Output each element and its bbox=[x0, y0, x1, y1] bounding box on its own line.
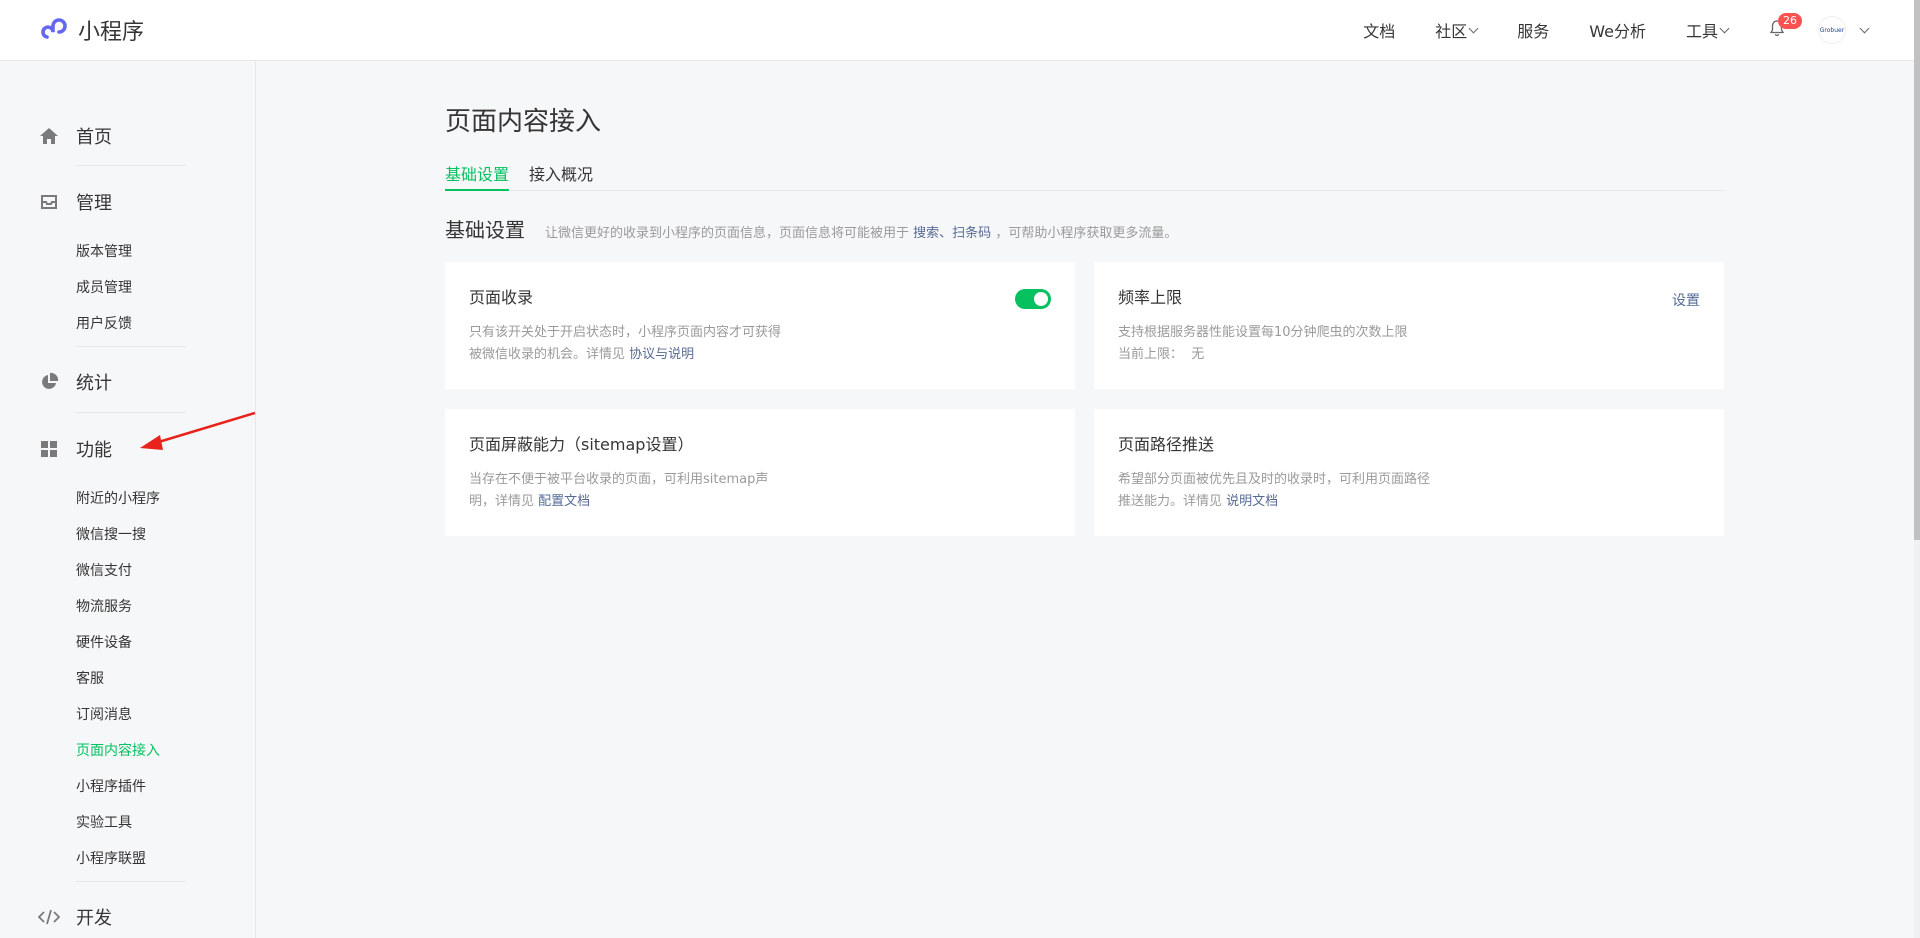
app-title: 小程序 bbox=[78, 20, 145, 45]
sidebar-item-user-feedback[interactable]: 用户反馈 bbox=[76, 313, 132, 333]
sidebar-item-plugins[interactable]: 小程序插件 bbox=[76, 776, 146, 796]
sidebar-item-label: 管理 bbox=[76, 193, 112, 214]
annotation-arrow-icon bbox=[140, 411, 256, 450]
sidebar-item-wechat-pay[interactable]: 微信支付 bbox=[76, 560, 132, 580]
sidebar-item-manage[interactable]: 管理 bbox=[38, 189, 112, 215]
page-title: 页面内容接入 bbox=[445, 107, 602, 137]
mini-program-logo-icon bbox=[38, 14, 70, 46]
sidebar-item-subscribe-messages[interactable]: 订阅消息 bbox=[76, 704, 132, 724]
sidebar-item-customer-service[interactable]: 客服 bbox=[76, 668, 104, 688]
current-limit-text: 当前上限： 无 bbox=[1118, 347, 1205, 362]
sidebar-item-alliance[interactable]: 小程序联盟 bbox=[76, 848, 146, 868]
top-bar: 小程序 文档 社区 服务 We分析 工具 26 Grobuer bbox=[0, 0, 1914, 61]
chevron-down-icon bbox=[1719, 23, 1730, 33]
avatar[interactable]: Grobuer bbox=[1818, 16, 1846, 44]
card-description: 希望部分页面被优先且及时的收录时，可利用页面路径 推送能力。详情见 说明文档 bbox=[1118, 469, 1430, 513]
sidebar-item-nearby-mini-programs[interactable]: 附近的小程序 bbox=[76, 488, 160, 508]
sidebar-divider bbox=[76, 346, 186, 347]
nav-community-label: 社区 bbox=[1435, 22, 1468, 41]
sidebar-item-version-management[interactable]: 版本管理 bbox=[76, 241, 132, 261]
sidebar-item-experiment-tools[interactable]: 实验工具 bbox=[76, 812, 132, 832]
agreement-link[interactable]: 协议与说明 bbox=[629, 347, 694, 362]
pie-chart-icon bbox=[38, 371, 60, 393]
card-desc-line: 被微信收录的机会。详情见 协议与说明 bbox=[469, 344, 781, 366]
card-description: 支持根据服务器性能设置每10分钟爬虫的次数上限 当前上限： 无 bbox=[1118, 322, 1408, 366]
sidebar-divider bbox=[76, 881, 186, 882]
chevron-down-icon bbox=[1468, 23, 1479, 33]
sidebar-item-page-content-access[interactable]: 页面内容接入 bbox=[76, 740, 160, 760]
card-desc-text: 被微信收录的机会。详情见 bbox=[469, 347, 626, 362]
search-scan-link[interactable]: 搜索、扫条码 bbox=[913, 226, 991, 241]
card-desc-line: 只有该开关处于开启状态时，小程序页面内容才可获得 bbox=[469, 325, 782, 340]
card-description: 当存在不便于被平台收录的页面，可利用sitemap声 明，详情见 配置文档 bbox=[469, 469, 768, 513]
sidebar-item-features[interactable]: 功能 bbox=[38, 436, 112, 462]
page-indexing-toggle[interactable] bbox=[1015, 289, 1051, 309]
card-title: 频率上限 bbox=[1118, 288, 1183, 307]
section-title: 基础设置 bbox=[445, 218, 525, 242]
sidebar-item-dev[interactable]: 开发 bbox=[38, 904, 112, 930]
card-title: 页面路径推送 bbox=[1118, 435, 1215, 454]
nav-community[interactable]: 社区 bbox=[1435, 18, 1479, 42]
sidebar: 首页 管理 版本管理 成员管理 用户反馈 统计 功能 附近的小程序 微信搜一搜 … bbox=[0, 61, 256, 938]
home-icon bbox=[38, 125, 60, 147]
inbox-icon bbox=[38, 191, 60, 213]
grid-icon bbox=[38, 438, 60, 460]
card-desc-line: 明，详情见 配置文档 bbox=[469, 491, 768, 513]
nav-services[interactable]: 服务 bbox=[1517, 18, 1549, 42]
account-chevron-down-icon[interactable] bbox=[1859, 23, 1870, 33]
notification-button[interactable]: 26 bbox=[1762, 13, 1802, 45]
tab-access-overview[interactable]: 接入概况 bbox=[529, 161, 593, 189]
section-header: 基础设置 让微信更好的收录到小程序的页面信息，页面信息将可能被用于 搜索、扫条码… bbox=[445, 214, 1177, 243]
card-description: 只有该开关处于开启状态时，小程序页面内容才可获得 被微信收录的机会。详情见 协议… bbox=[469, 322, 781, 366]
nav-we-analytics[interactable]: We分析 bbox=[1589, 18, 1646, 42]
card-sitemap: 页面屏蔽能力（sitemap设置） 当存在不便于被平台收录的页面，可利用site… bbox=[445, 409, 1075, 536]
section-desc-text: 让微信更好的收录到小程序的页面信息，页面信息将可能被用于 bbox=[545, 226, 910, 241]
sidebar-item-hardware[interactable]: 硬件设备 bbox=[76, 632, 132, 652]
card-path-push: 页面路径推送 希望部分页面被优先且及时的收录时，可利用页面路径 推送能力。详情见… bbox=[1094, 409, 1724, 536]
sidebar-item-member-management[interactable]: 成员管理 bbox=[76, 277, 132, 297]
nav-tools[interactable]: 工具 bbox=[1685, 18, 1730, 42]
top-navigation: 文档 社区 服务 We分析 工具 26 Grobuer bbox=[1363, 0, 1914, 60]
card-desc-text: 明，详情见 bbox=[469, 494, 535, 509]
card-desc-line: 希望部分页面被优先且及时的收录时，可利用页面路径 bbox=[1118, 472, 1431, 487]
sidebar-divider bbox=[76, 165, 186, 166]
nav-docs[interactable]: 文档 bbox=[1363, 18, 1395, 42]
app-logo[interactable]: 小程序 bbox=[38, 13, 144, 47]
sidebar-item-logistics[interactable]: 物流服务 bbox=[76, 596, 132, 616]
section-description: 让微信更好的收录到小程序的页面信息，页面信息将可能被用于 搜索、扫条码 ，可帮助… bbox=[545, 222, 1177, 241]
instruction-doc-link[interactable]: 说明文档 bbox=[1226, 494, 1278, 509]
card-desc-line: 推送能力。详情见 说明文档 bbox=[1118, 491, 1430, 513]
card-title: 页面收录 bbox=[469, 288, 534, 307]
sidebar-item-label: 功能 bbox=[76, 440, 112, 461]
tab-bar: 基础设置 接入概况 bbox=[445, 161, 1725, 191]
card-desc-line: 当存在不便于被平台收录的页面，可利用sitemap声 bbox=[469, 472, 769, 487]
sidebar-item-label: 首页 bbox=[76, 127, 112, 148]
settings-link[interactable]: 设置 bbox=[1672, 290, 1700, 310]
config-doc-link[interactable]: 配置文档 bbox=[538, 494, 590, 509]
notification-badge: 26 bbox=[1778, 13, 1802, 29]
nav-tools-label: 工具 bbox=[1685, 22, 1718, 41]
card-page-indexing: 页面收录 只有该开关处于开启状态时，小程序页面内容才可获得 被微信收录的机会。详… bbox=[445, 262, 1075, 389]
card-title: 页面屏蔽能力（sitemap设置） bbox=[469, 435, 694, 454]
sidebar-item-home[interactable]: 首页 bbox=[38, 123, 112, 149]
card-desc-line: 支持根据服务器性能设置每10分钟爬虫的次数上限 bbox=[1118, 325, 1408, 340]
card-frequency-limit: 频率上限 设置 支持根据服务器性能设置每10分钟爬虫的次数上限 当前上限： 无 bbox=[1094, 262, 1724, 389]
code-icon bbox=[38, 906, 60, 928]
tab-basic-settings[interactable]: 基础设置 bbox=[445, 161, 510, 191]
section-desc-suffix: ，可帮助小程序获取更多流量。 bbox=[995, 226, 1178, 241]
scrollbar-thumb[interactable] bbox=[1914, 0, 1920, 540]
sidebar-item-label: 开发 bbox=[76, 908, 112, 929]
sidebar-item-wechat-search[interactable]: 微信搜一搜 bbox=[76, 524, 146, 544]
sidebar-item-label: 统计 bbox=[76, 373, 112, 394]
toggle-knob bbox=[1034, 292, 1048, 306]
sidebar-item-stats[interactable]: 统计 bbox=[38, 369, 112, 395]
card-desc-text: 推送能力。详情见 bbox=[1118, 494, 1223, 509]
